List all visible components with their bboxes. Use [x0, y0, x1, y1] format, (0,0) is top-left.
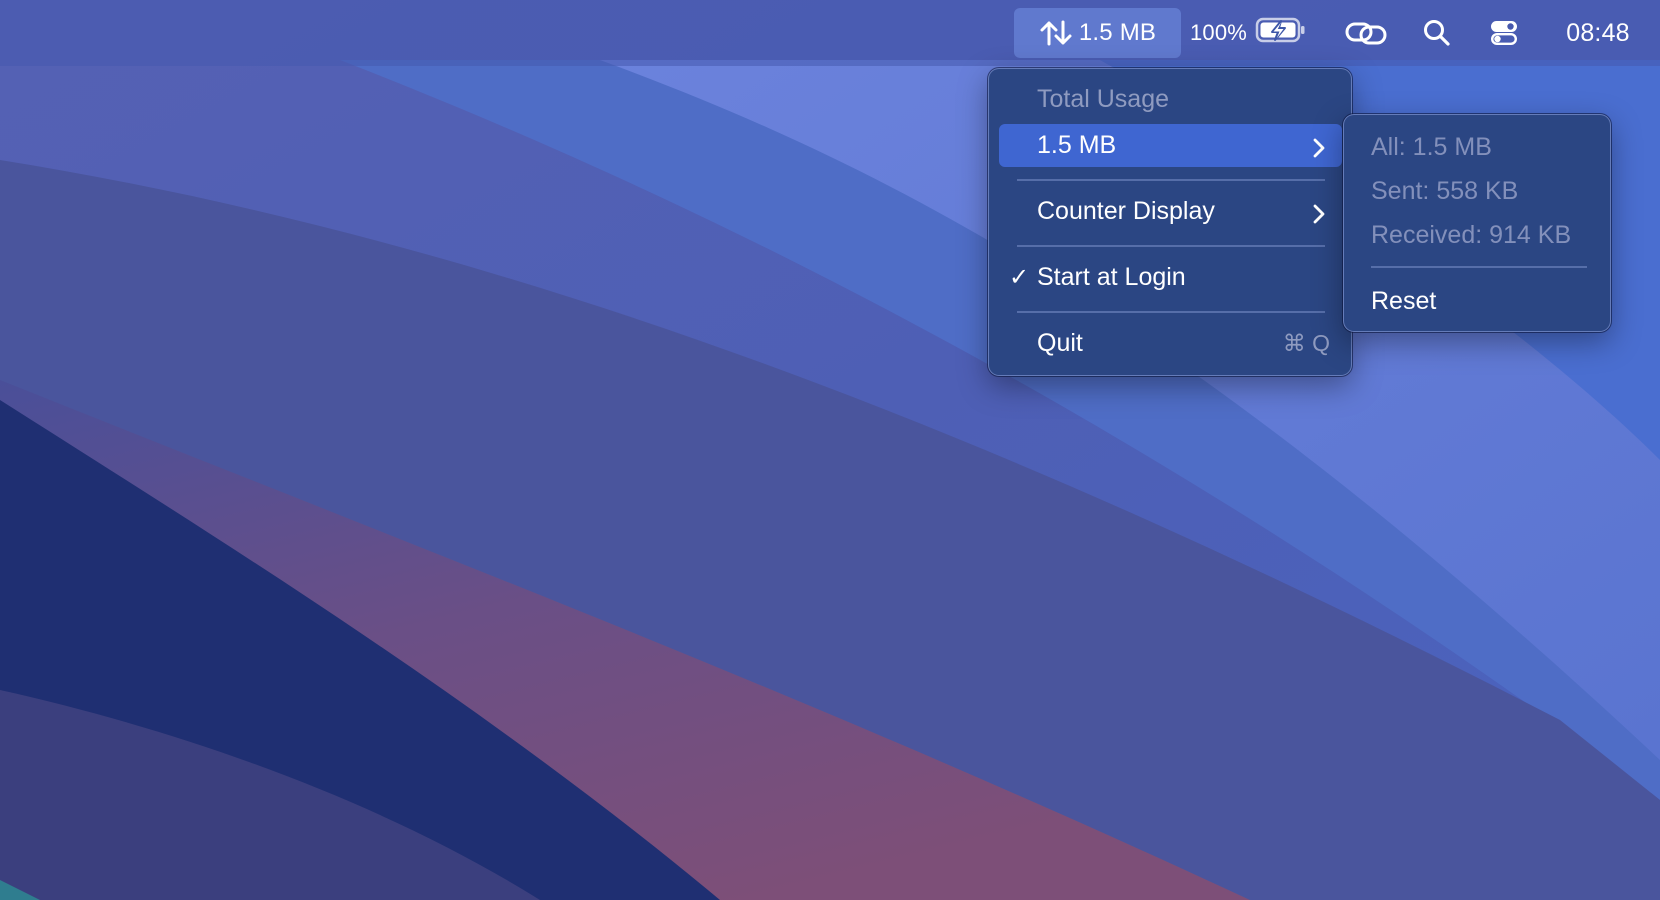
keyboard-shortcut: ⌘ Q: [1282, 330, 1330, 356]
menu-divider: [1017, 179, 1325, 181]
menu-item-start-at-login[interactable]: ✓ Start at Login: [999, 256, 1342, 299]
battery-charging-icon: [1255, 16, 1307, 50]
network-usage-menu: Total Usage 1.5 MB Counter Display ✓ Sta…: [988, 68, 1352, 376]
menu-divider: [1371, 266, 1587, 268]
menu-item-label: 1.5 MB: [1037, 131, 1117, 159]
menu-item-label: Quit: [1037, 329, 1083, 357]
menubar-clock[interactable]: 08:48: [1548, 8, 1648, 58]
battery-percent: 100%: [1190, 20, 1248, 45]
submenu-received-usage: Received: 914 KB: [1371, 221, 1572, 249]
menu-bar: 1.5 MB 100% 08:48: [0, 0, 1660, 66]
battery-status-item[interactable]: 100%: [1190, 8, 1318, 58]
checkmark-icon: ✓: [1009, 264, 1030, 291]
network-usage-label: 1.5 MB: [1078, 19, 1157, 46]
link-icon[interactable]: [1341, 8, 1391, 58]
control-center-icon[interactable]: [1479, 8, 1529, 58]
menu-section-header: Total Usage: [1037, 85, 1170, 113]
submenu-all-usage: All: 1.5 MB: [1371, 133, 1492, 161]
menu-item-counter-display[interactable]: Counter Display: [999, 190, 1342, 233]
chevron-right-icon: [1312, 136, 1326, 165]
usage-submenu: All: 1.5 MB Sent: 558 KB Received: 914 K…: [1343, 114, 1611, 332]
menu-item-total-usage[interactable]: 1.5 MB: [999, 124, 1342, 167]
menu-item-label: Start at Login: [1037, 263, 1186, 291]
menu-item-label: Counter Display: [1037, 197, 1215, 225]
chevron-right-icon: [1312, 202, 1326, 231]
menu-divider: [1017, 245, 1325, 247]
submenu-reset-button[interactable]: Reset: [1371, 281, 1436, 321]
menu-item-quit[interactable]: Quit ⌘ Q: [999, 322, 1342, 365]
search-icon[interactable]: [1412, 8, 1462, 58]
network-usage-status-item[interactable]: 1.5 MB: [1014, 8, 1181, 58]
submenu-sent-usage: Sent: 558 KB: [1371, 177, 1519, 205]
arrows-up-down-icon: [1039, 19, 1073, 47]
menu-divider: [1017, 311, 1325, 313]
